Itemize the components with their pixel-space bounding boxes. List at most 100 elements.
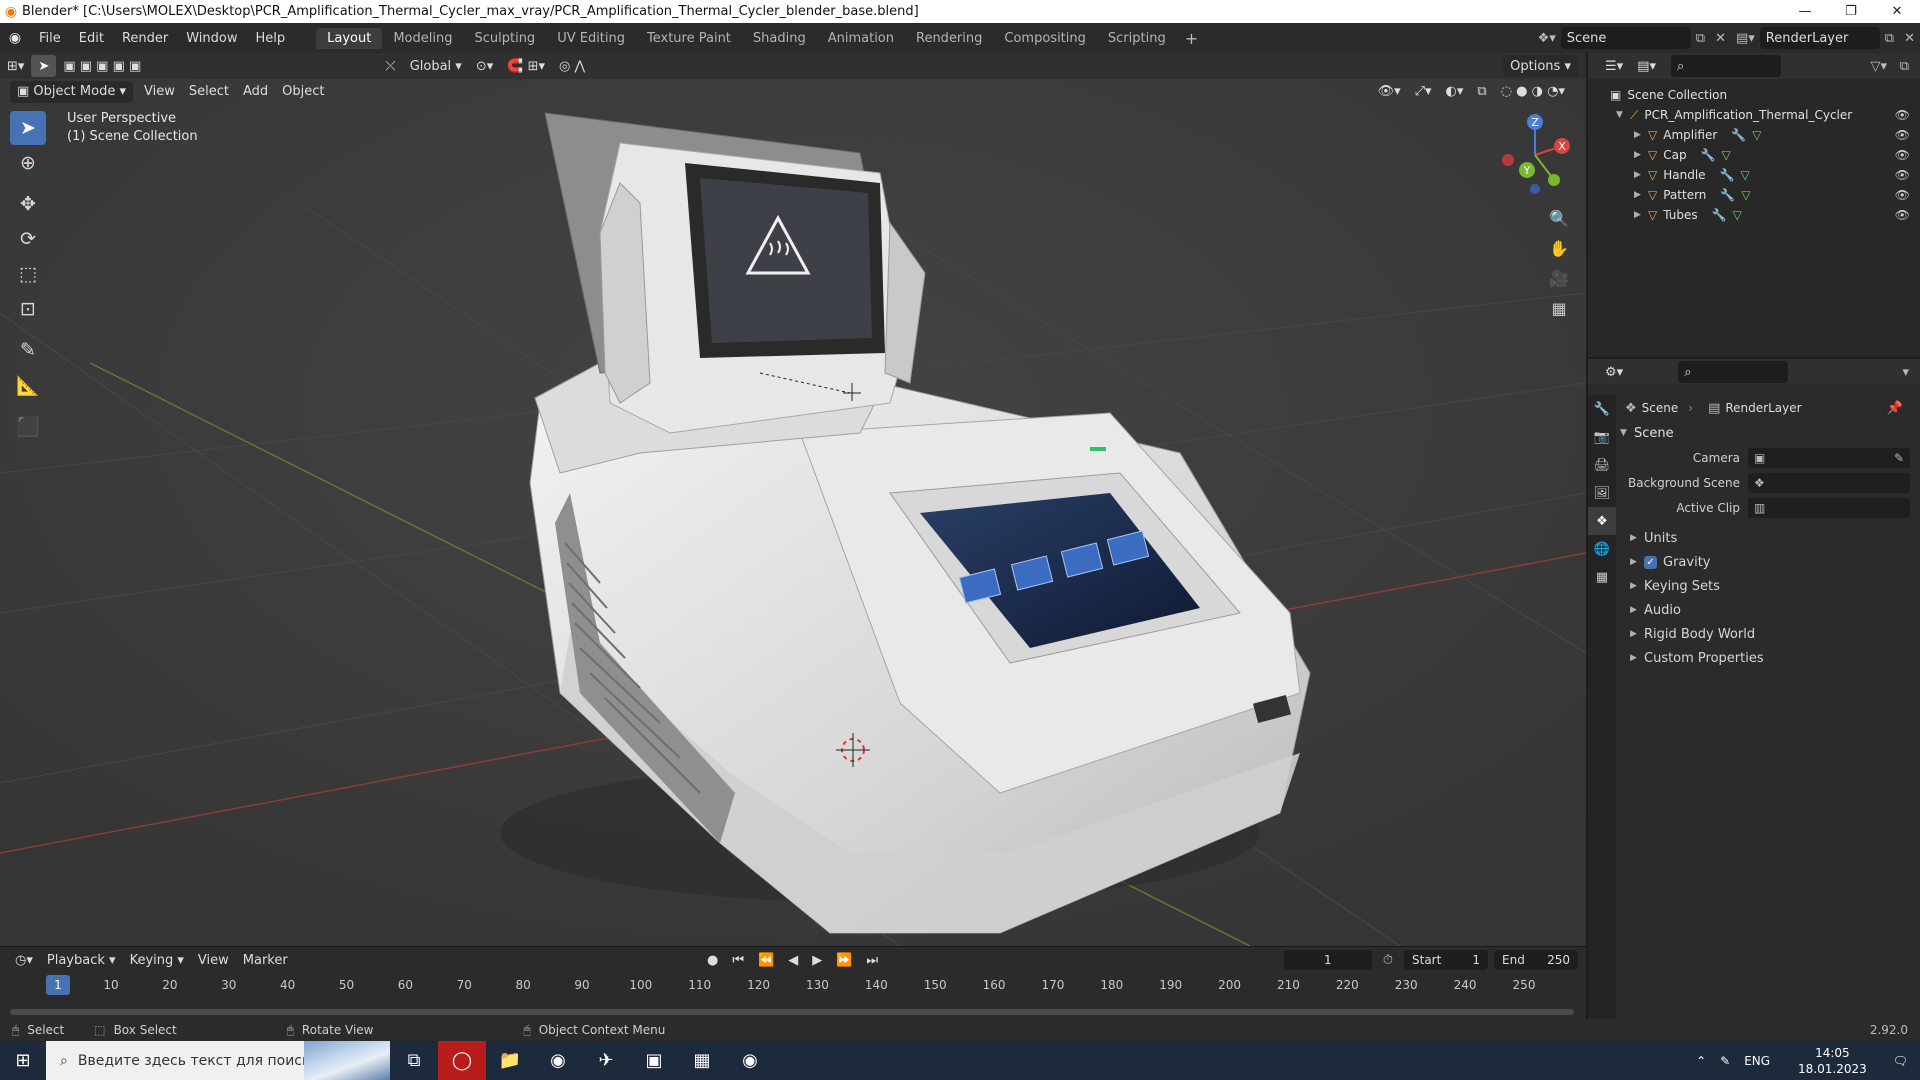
new-view-layer-icon[interactable]: ⧉ (1880, 31, 1899, 46)
tab-texture-paint[interactable]: Texture Paint (636, 28, 742, 49)
timeline-editor-type-icon[interactable]: ◷▾ (8, 949, 40, 971)
units-panel[interactable]: ▶ Units (1620, 526, 1920, 550)
tray-pen-icon[interactable]: ✎ (1720, 1054, 1730, 1068)
menu-file[interactable]: File (30, 23, 70, 53)
expand-icon[interactable]: ▶ (1634, 170, 1648, 180)
end-frame-field[interactable]: End 250 (1494, 950, 1578, 970)
active-clip-field[interactable]: ▥ (1748, 497, 1910, 518)
zoom-icon[interactable]: 🔍 (1544, 203, 1574, 233)
collapse-icon[interactable]: ▼ (1616, 110, 1630, 120)
select-box-tool-icon[interactable]: ➤ (10, 111, 46, 145)
tab-rendering[interactable]: Rendering (905, 28, 993, 49)
tab-layout[interactable]: Layout (316, 27, 383, 49)
camera-field[interactable]: ▣ ✎ (1748, 447, 1910, 468)
tray-chevron-icon[interactable]: ⌃ (1696, 1054, 1706, 1068)
properties-search-input[interactable]: ⌕ (1678, 361, 1789, 383)
annotate-tool-icon[interactable]: ✎ (10, 333, 46, 367)
properties-options-icon[interactable]: ▾ (1897, 365, 1914, 380)
scale-tool-icon[interactable]: ⬚ (10, 257, 46, 291)
viewport-menu-select[interactable]: Select (182, 81, 236, 103)
scene-name-field[interactable]: Scene (1560, 27, 1691, 49)
properties-editor-type-icon[interactable]: ⚙▾ (1598, 361, 1630, 383)
gravity-panel[interactable]: ▶ ✓ Gravity (1620, 550, 1920, 574)
tab-compositing[interactable]: Compositing (993, 28, 1097, 49)
move-tool-icon[interactable]: ✥ (10, 187, 46, 221)
expand-icon[interactable]: ▶ (1630, 653, 1644, 663)
shading-modes-icon[interactable]: ◌ ● ◑ ◔▾ (1494, 81, 1572, 103)
taskbar-clock[interactable]: 14:05 18.01.2023 (1798, 1045, 1867, 1077)
windows-start-icon[interactable]: ⊞ (0, 1041, 46, 1080)
camera-view-icon[interactable]: 🎥 (1544, 263, 1574, 293)
rigid-body-world-panel[interactable]: ▶ Rigid Body World (1620, 622, 1920, 646)
blender-taskbar-icon[interactable]: ◉ (726, 1041, 774, 1080)
menu-help[interactable]: Help (247, 23, 295, 53)
task-view-icon[interactable]: ⧉ (390, 1041, 438, 1080)
outliner-scene-collection[interactable]: ▣ Scene Collection (1588, 85, 1920, 105)
start-frame-field[interactable]: Start 1 (1404, 950, 1488, 970)
filter-icon[interactable]: ▽▾ (1865, 59, 1892, 74)
mode-select[interactable]: ▣ Object Mode ▾ (10, 80, 133, 103)
audio-panel[interactable]: ▶ Audio (1620, 598, 1920, 622)
delete-scene-icon[interactable]: ✕ (1710, 31, 1731, 46)
visibility-eye-icon[interactable]: 👁 (1895, 148, 1910, 162)
mesh-data-icon[interactable]: ▽ (1741, 168, 1750, 182)
visibility-eye-icon[interactable]: 👁 (1895, 128, 1910, 142)
gravity-checkbox[interactable]: ✓ (1644, 555, 1657, 569)
transform-tool-icon[interactable]: ⊡ (10, 292, 46, 326)
display-mode-icon[interactable]: ▤▾ (1630, 55, 1663, 77)
world-tab-icon[interactable]: 🌐 (1588, 535, 1616, 563)
panel-collapse-icon[interactable]: ▼ (1620, 428, 1634, 438)
gizmo-toggle-icon[interactable]: ⤢▾ (1408, 81, 1439, 103)
visibility-eye-icon[interactable]: 👁 (1895, 188, 1910, 202)
expand-icon[interactable]: ▶ (1634, 150, 1648, 160)
timeline-menu-keying[interactable]: Keying ▾ (123, 949, 191, 971)
file-explorer-icon[interactable]: 📁 (486, 1041, 534, 1080)
transform-orientation-select[interactable]: Global ▾ (403, 55, 469, 77)
expand-icon[interactable]: ▶ (1634, 190, 1648, 200)
expand-icon[interactable]: ▶ (1630, 629, 1644, 639)
add-workspace-icon[interactable]: + (1177, 29, 1206, 48)
scene-browse-icon[interactable]: ❖▾ (1533, 31, 1561, 46)
mesh-data-icon[interactable]: ▽ (1733, 208, 1742, 222)
texture-tab-icon[interactable]: ▦ (1588, 563, 1616, 591)
eyedropper-icon[interactable]: ✎ (1894, 451, 1904, 465)
expand-icon[interactable]: ▶ (1634, 130, 1648, 140)
tab-scripting[interactable]: Scripting (1097, 28, 1177, 49)
tab-modeling[interactable]: Modeling (382, 28, 463, 49)
timeline-scrollbar[interactable] (10, 1009, 1574, 1015)
visibility-eye-icon[interactable]: 👁 (1895, 168, 1910, 182)
view-layer-field[interactable]: RenderLayer (1759, 27, 1880, 49)
prev-keyframe-icon[interactable]: ⏪ (751, 949, 781, 971)
minimize-icon[interactable]: — (1782, 0, 1828, 23)
timeline-menu-view[interactable]: View (191, 949, 236, 971)
play-icon[interactable]: ▶ (805, 949, 829, 971)
record-icon[interactable]: ● (700, 949, 725, 971)
opera-browser-icon[interactable]: ◯ (438, 1041, 486, 1080)
viewport-menu-object[interactable]: Object (275, 81, 331, 103)
jump-end-icon[interactable]: ⏭ (859, 949, 885, 971)
current-frame-field[interactable]: 1 (1283, 950, 1372, 970)
expand-icon[interactable]: ▶ (1630, 533, 1644, 543)
outliner-object-handle[interactable]: ▶ ▽ Handle 🔧 ▽ 👁 (1588, 165, 1920, 185)
tab-shading[interactable]: Shading (742, 28, 817, 49)
outliner-object-amplifier[interactable]: ▶ ▽ Amplifier 🔧 ▽ 👁 (1588, 125, 1920, 145)
viewport-menu-view[interactable]: View (137, 81, 182, 103)
tab-animation[interactable]: Animation (817, 28, 905, 49)
notifications-icon[interactable]: 🗨 (1893, 1054, 1908, 1068)
3d-viewport[interactable]: ⊞▾ ➤ ▣ ▣ ▣ ▣ ▣ ⤬ Global ▾ ⊙▾ 🧲 ⊞▾ ◎ ⋀ Op… (0, 53, 1586, 946)
pin-icon[interactable]: 📌 (1882, 401, 1908, 416)
modifier-wrench-icon[interactable]: 🔧 (1712, 208, 1727, 222)
jump-start-icon[interactable]: ⏮ (725, 949, 751, 971)
scene-tab-icon[interactable]: ❖ (1588, 507, 1616, 535)
menu-render[interactable]: Render (113, 23, 177, 53)
proportional-edit-icon[interactable]: ◎ ⋀ (552, 55, 592, 77)
blender-menu-icon[interactable]: ◉ (0, 23, 30, 53)
options-button[interactable]: Options ▾ (1503, 55, 1578, 77)
taskbar-search[interactable]: ⌕ Введите здесь текст для поиска (46, 1041, 390, 1080)
outliner-search-input[interactable]: ⌕ (1671, 55, 1781, 77)
mesh-data-icon[interactable]: ▽ (1722, 148, 1731, 162)
telegram-icon[interactable]: ✈ (582, 1041, 630, 1080)
timeline-menu-playback[interactable]: Playback ▾ (40, 949, 123, 971)
outliner-object-pattern[interactable]: ▶ ▽ Pattern 🔧 ▽ 👁 (1588, 185, 1920, 205)
outliner-editor-type-icon[interactable]: ☰▾ (1598, 55, 1630, 77)
